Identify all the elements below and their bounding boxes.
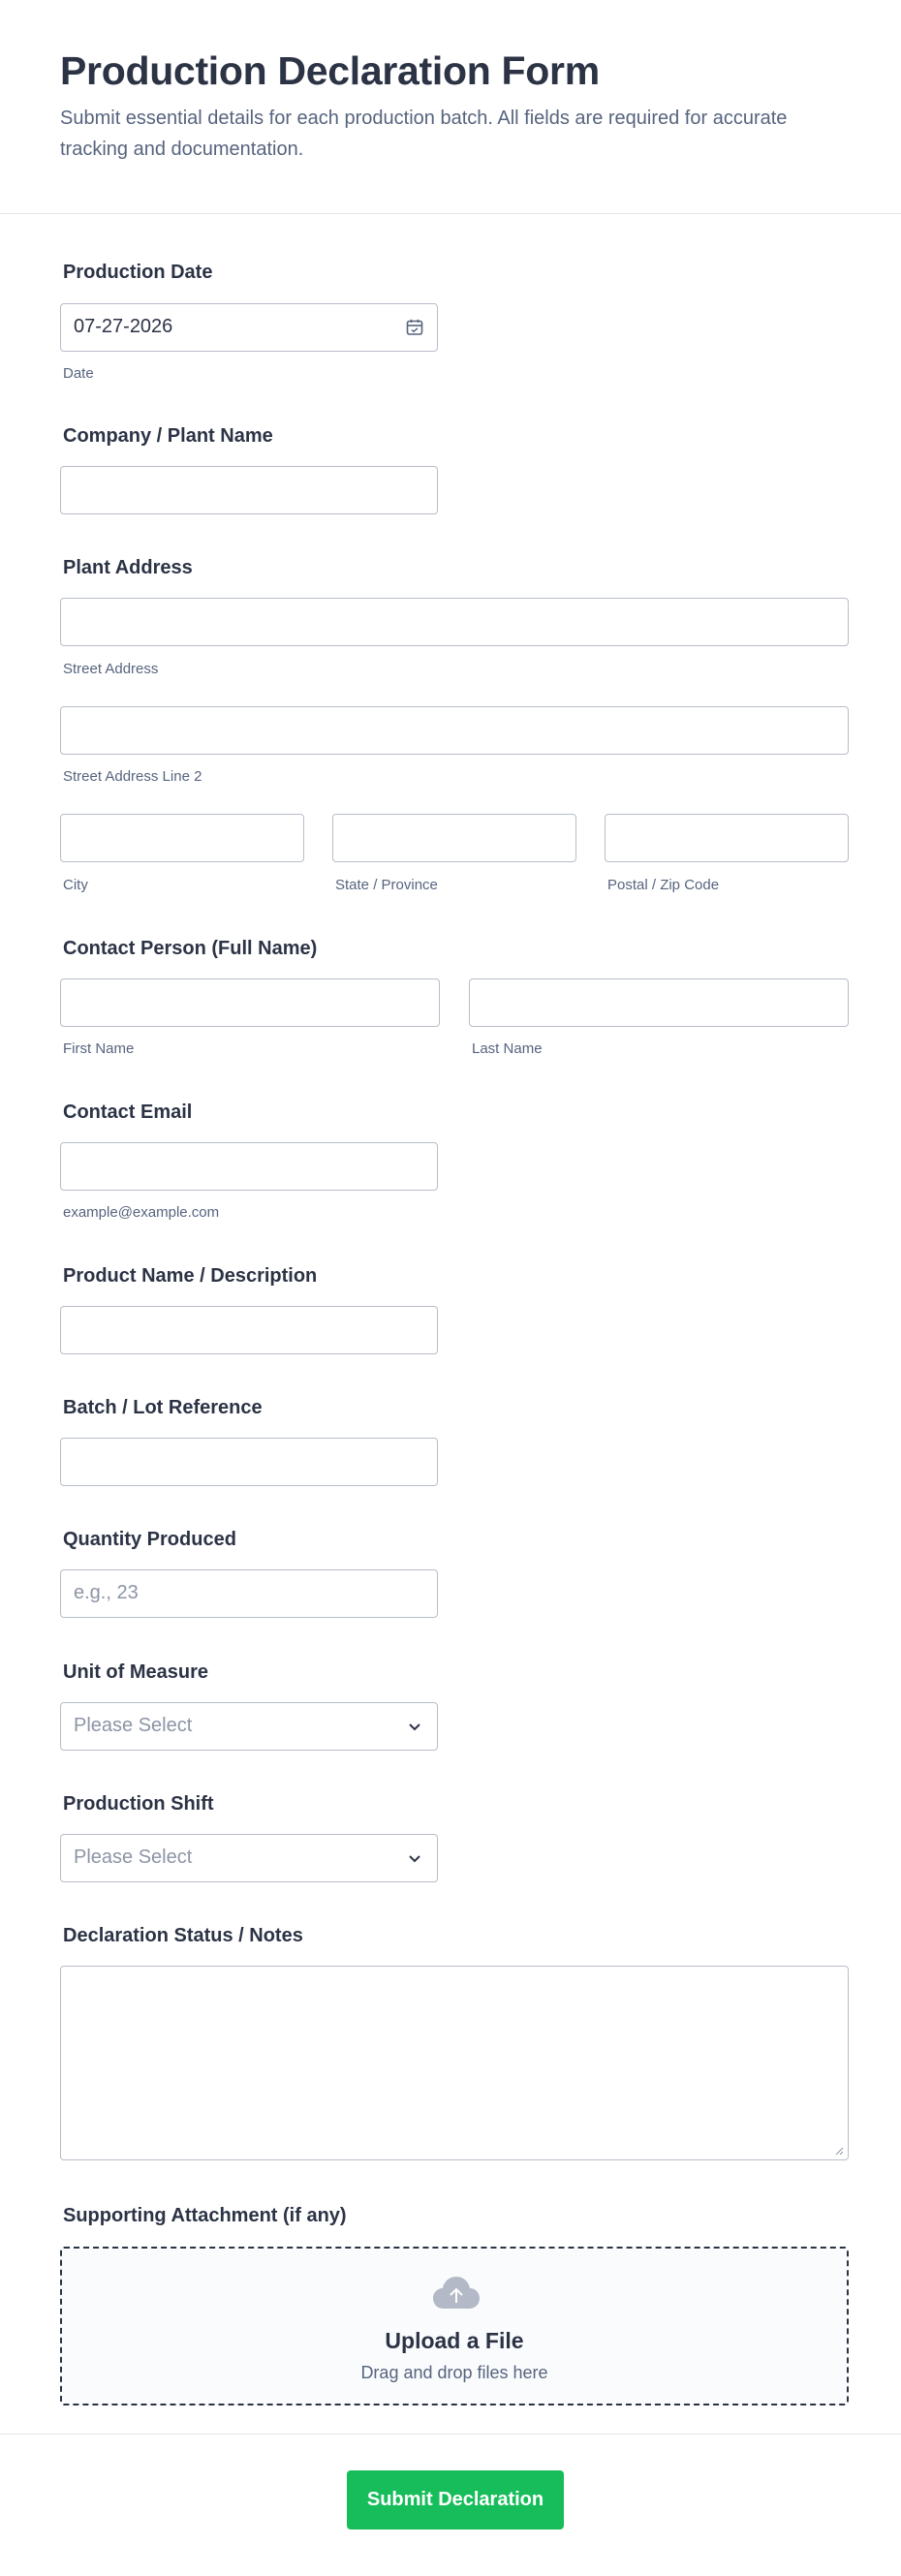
- quantity-placeholder: e.g., 23: [74, 1582, 139, 1603]
- contact-email-sublabel: example@example.com: [63, 1204, 220, 1221]
- city-sublabel: City: [63, 877, 88, 893]
- upload-title: Upload a File: [385, 2328, 524, 2353]
- address-label: Plant Address: [63, 557, 193, 578]
- zip-input[interactable]: [605, 814, 849, 862]
- state-input[interactable]: [332, 814, 576, 862]
- batch-label: Batch / Lot Reference: [63, 1397, 263, 1418]
- unit-selected-value: Please Select: [74, 1715, 193, 1736]
- company-input[interactable]: [60, 466, 438, 514]
- production-date-sublabel: Date: [63, 365, 94, 382]
- company-label: Company / Plant Name: [63, 425, 273, 447]
- file-dropzone[interactable]: Upload a File Drag and drop files here: [60, 2247, 849, 2405]
- form-header: Production Declaration Form Submit essen…: [0, 0, 901, 214]
- street-address-sublabel: Street Address: [63, 661, 159, 677]
- unit-label: Unit of Measure: [63, 1661, 209, 1683]
- street-address-line2-sublabel: Street Address Line 2: [63, 768, 202, 785]
- quantity-input[interactable]: e.g., 23: [60, 1569, 438, 1618]
- contact-person-label: Contact Person (Full Name): [63, 938, 318, 959]
- first-name-input[interactable]: [60, 978, 440, 1027]
- product-input[interactable]: [60, 1306, 438, 1354]
- contact-email-input[interactable]: [60, 1142, 438, 1191]
- production-date-value: 07-27-2026: [74, 316, 173, 337]
- attachment-label: Supporting Attachment (if any): [63, 2205, 347, 2226]
- shift-selected-value: Please Select: [74, 1847, 193, 1868]
- quantity-label: Quantity Produced: [63, 1529, 236, 1550]
- production-date-label: Production Date: [63, 262, 213, 283]
- calendar-icon[interactable]: [405, 318, 424, 337]
- cloud-upload-icon: [433, 2277, 480, 2309]
- last-name-sublabel: Last Name: [472, 1040, 543, 1057]
- city-input[interactable]: [60, 814, 304, 862]
- chevron-down-icon[interactable]: [405, 1717, 424, 1736]
- resize-grip-icon[interactable]: [834, 2146, 844, 2156]
- page-subtitle: Submit essential details for each produc…: [60, 108, 788, 160]
- street-address-line2-input[interactable]: [60, 706, 849, 755]
- footer-divider: [0, 2434, 901, 2435]
- notes-label: Declaration Status / Notes: [63, 1925, 303, 1946]
- page-title: Production Declaration Form: [60, 48, 600, 93]
- contact-email-label: Contact Email: [63, 1102, 193, 1123]
- product-label: Product Name / Description: [63, 1265, 318, 1287]
- unit-select[interactable]: Please Select: [60, 1702, 438, 1751]
- batch-input[interactable]: [60, 1438, 438, 1486]
- state-sublabel: State / Province: [335, 877, 438, 893]
- street-address-input[interactable]: [60, 598, 849, 646]
- zip-sublabel: Postal / Zip Code: [607, 877, 720, 893]
- shift-label: Production Shift: [63, 1793, 214, 1815]
- last-name-input[interactable]: [469, 978, 849, 1027]
- submit-declaration-button[interactable]: Submit Declaration: [347, 2470, 564, 2529]
- first-name-sublabel: First Name: [63, 1040, 135, 1057]
- notes-textarea[interactable]: [60, 1966, 849, 2160]
- chevron-down-icon[interactable]: [405, 1848, 424, 1868]
- production-date-input[interactable]: 07-27-2026: [60, 303, 438, 352]
- upload-subtitle: Drag and drop files here: [360, 2363, 548, 2382]
- shift-select[interactable]: Please Select: [60, 1834, 438, 1882]
